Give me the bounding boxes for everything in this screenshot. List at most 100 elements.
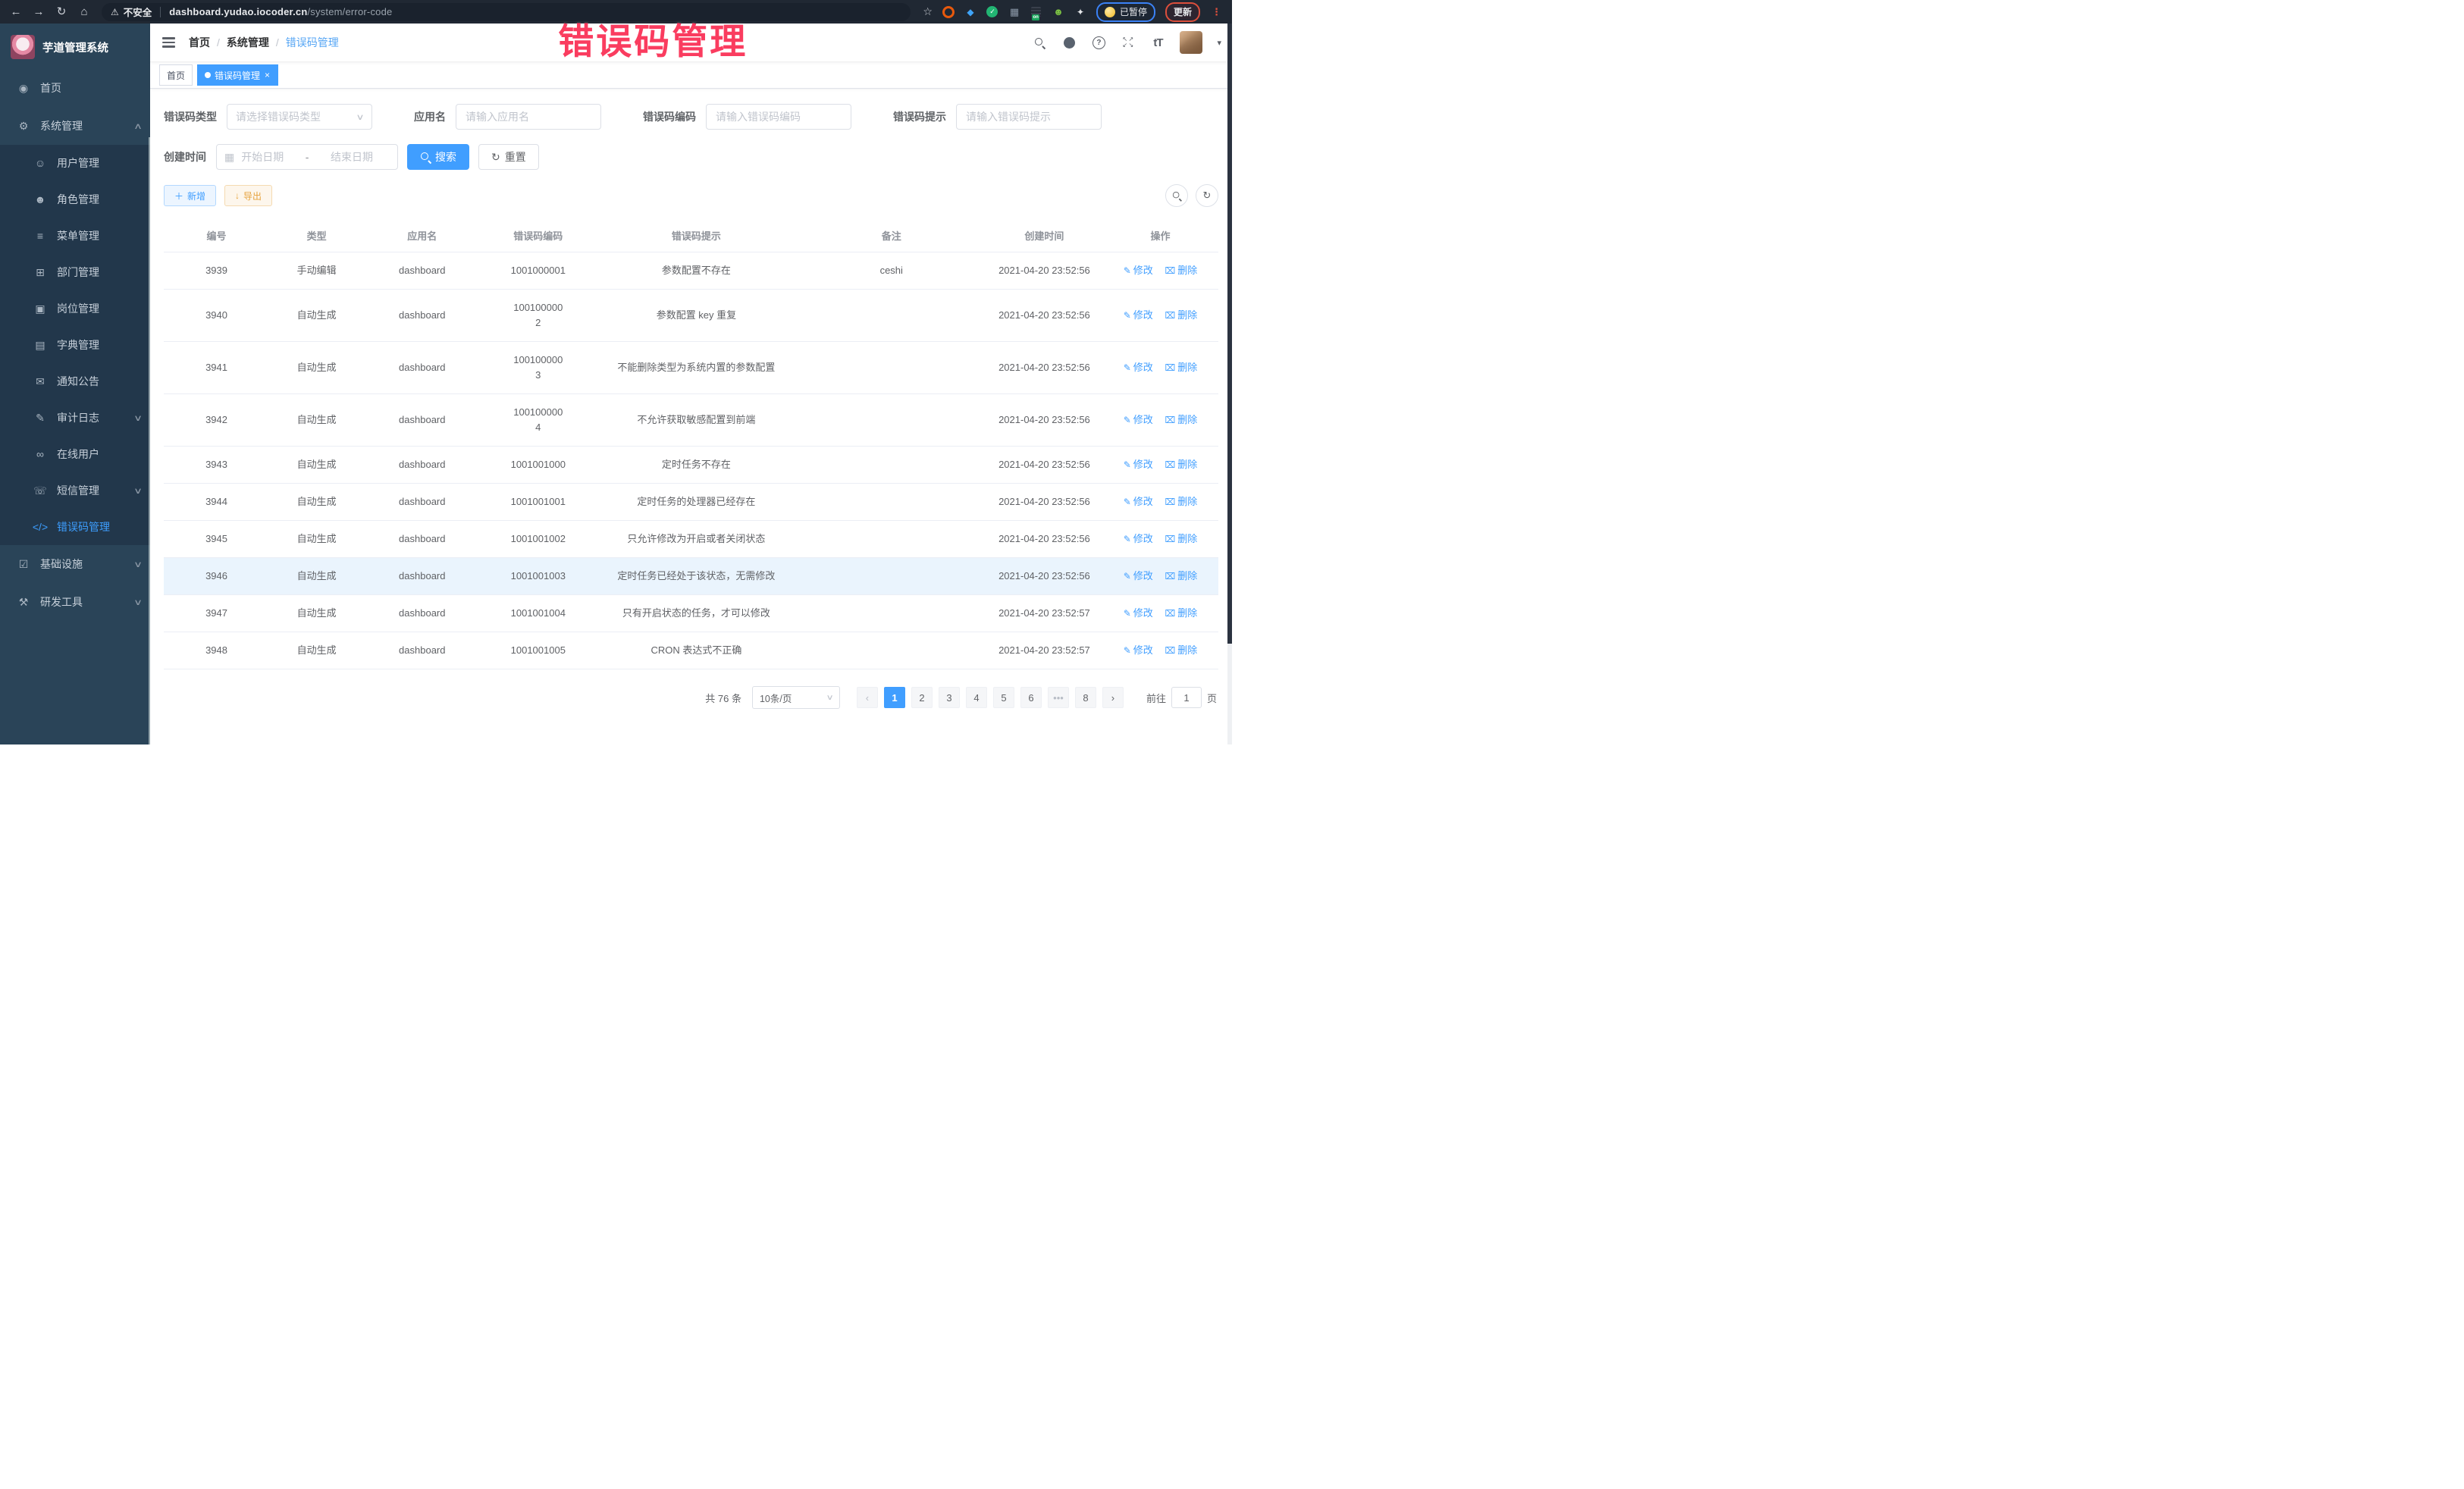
delete-link[interactable]: ⌧删除 bbox=[1165, 496, 1197, 507]
browser-update-button[interactable]: 更新 bbox=[1165, 2, 1200, 22]
reset-button[interactable]: ↻ 重置 bbox=[478, 144, 539, 170]
sidebar-item-sms[interactable]: ☏短信管理∨ bbox=[0, 472, 150, 509]
table-header-row: 编号类型应用名错误码编码错误码提示备注创建时间操作 bbox=[164, 219, 1218, 252]
page-size-select[interactable]: 10条/页 ∨ bbox=[752, 686, 840, 709]
docs-help-icon[interactable]: ? bbox=[1091, 35, 1106, 50]
sidebar-item-online-user[interactable]: ∞在线用户 bbox=[0, 436, 150, 472]
jump-page-input[interactable] bbox=[1171, 687, 1202, 708]
toggle-search-button[interactable] bbox=[1165, 184, 1188, 207]
edit-link[interactable]: ✎修改 bbox=[1124, 414, 1153, 425]
delete-link[interactable]: ⌧删除 bbox=[1165, 644, 1197, 656]
sidebar-item-home[interactable]: ◉首页 bbox=[0, 69, 150, 107]
extension-green-check-icon[interactable]: ✓ bbox=[986, 6, 998, 18]
paused-badge[interactable]: 已暂停 bbox=[1096, 2, 1155, 22]
browser-menu-dots-icon[interactable]: ⋮ bbox=[1212, 6, 1221, 18]
edit-link[interactable]: ✎修改 bbox=[1124, 362, 1153, 373]
sidebar-toggle-icon[interactable] bbox=[161, 34, 177, 50]
user-avatar[interactable] bbox=[1180, 31, 1202, 54]
sidebar-item-dept[interactable]: ⊞部门管理 bbox=[0, 254, 150, 290]
app-name-input[interactable] bbox=[456, 104, 601, 130]
date-range-picker[interactable]: ▦ 开始日期 - 结束日期 bbox=[216, 144, 398, 170]
delete-link[interactable]: ⌧删除 bbox=[1165, 533, 1197, 544]
delete-link[interactable]: ⌧删除 bbox=[1165, 414, 1197, 425]
breadcrumb-item[interactable]: 首页 bbox=[189, 35, 210, 50]
page-button-5[interactable]: 5 bbox=[993, 687, 1014, 708]
prev-page-button[interactable]: ‹ bbox=[857, 687, 878, 708]
delete-icon: ⌧ bbox=[1165, 362, 1175, 373]
cell-app: dashboard bbox=[364, 558, 480, 595]
extension-person-icon[interactable]: ☻ bbox=[1052, 6, 1064, 18]
sidebar-item-error-code[interactable]: </>错误码管理 bbox=[0, 509, 150, 545]
table-row: 3941 自动生成 dashboard 100100000 3 不能删除类型为系… bbox=[164, 342, 1218, 394]
edit-link[interactable]: ✎修改 bbox=[1124, 459, 1153, 470]
cell-type: 自动生成 bbox=[269, 290, 364, 342]
extension-tampermonkey-icon[interactable]: on bbox=[1030, 6, 1042, 18]
error-hint-input[interactable] bbox=[956, 104, 1102, 130]
bookmark-star-icon[interactable]: ☆ bbox=[923, 5, 933, 18]
sidebar-item-system[interactable]: ⚙系统管理∧ bbox=[0, 107, 150, 145]
edit-link[interactable]: ✎修改 bbox=[1124, 570, 1153, 581]
edit-link[interactable]: ✎修改 bbox=[1124, 644, 1153, 656]
sidebar-item-role[interactable]: ☻角色管理 bbox=[0, 181, 150, 218]
sidebar-item-notice[interactable]: ✉通知公告 bbox=[0, 363, 150, 400]
delete-link[interactable]: ⌧删除 bbox=[1165, 362, 1197, 373]
browser-home-icon[interactable]: ⌂ bbox=[74, 0, 94, 24]
page-button-4[interactable]: 4 bbox=[966, 687, 987, 708]
extensions-puzzle-icon[interactable]: ✦ bbox=[1074, 6, 1086, 18]
navbar-actions: ? ↖↗↙↘ tT ▾ bbox=[1032, 31, 1221, 54]
start-date-placeholder: 开始日期 bbox=[241, 149, 284, 165]
app-logo[interactable]: 芋道管理系统 bbox=[0, 24, 150, 69]
font-size-icon[interactable]: tT bbox=[1150, 35, 1165, 50]
scrollbar-thumb[interactable] bbox=[1227, 24, 1232, 644]
breadcrumb-item[interactable]: 系统管理 bbox=[227, 35, 269, 50]
sidebar-item-dict[interactable]: ▤字典管理 bbox=[0, 327, 150, 363]
page-button-8[interactable]: 8 bbox=[1075, 687, 1096, 708]
extension-gem-icon[interactable]: ◆ bbox=[964, 6, 977, 18]
search-button[interactable]: 搜索 bbox=[407, 144, 469, 170]
next-page-button[interactable]: › bbox=[1102, 687, 1124, 708]
error-code-input[interactable] bbox=[706, 104, 851, 130]
refresh-table-button[interactable]: ↻ bbox=[1196, 184, 1218, 207]
export-button[interactable]: ↓ 导出 bbox=[224, 185, 272, 206]
close-tab-icon[interactable]: × bbox=[264, 71, 271, 80]
github-icon[interactable] bbox=[1061, 35, 1077, 50]
sidebar-item-dev-tools[interactable]: ⚒研发工具∨ bbox=[0, 583, 150, 621]
page-button-1[interactable]: 1 bbox=[884, 687, 905, 708]
edit-link[interactable]: ✎修改 bbox=[1124, 533, 1153, 544]
add-button[interactable]: ＋ 新增 bbox=[164, 185, 216, 206]
edit-link[interactable]: ✎修改 bbox=[1124, 607, 1153, 619]
tab-首页[interactable]: 首页 bbox=[159, 64, 193, 86]
edit-link[interactable]: ✎修改 bbox=[1124, 309, 1153, 321]
edit-link[interactable]: ✎修改 bbox=[1124, 265, 1153, 276]
page-ellipsis[interactable]: ••• bbox=[1048, 687, 1069, 708]
page-button-2[interactable]: 2 bbox=[911, 687, 933, 708]
sidebar-item-menu[interactable]: ≡菜单管理 bbox=[0, 218, 150, 254]
sidebar-item-audit-log[interactable]: ✎审计日志∨ bbox=[0, 400, 150, 436]
page-button-6[interactable]: 6 bbox=[1020, 687, 1042, 708]
delete-link[interactable]: ⌧删除 bbox=[1165, 570, 1197, 581]
avatar-caret-down-icon[interactable]: ▾ bbox=[1217, 38, 1221, 48]
error-type-select[interactable]: 请选择错误码类型 ∨ bbox=[227, 104, 372, 130]
sidebar-item-post[interactable]: ▣岗位管理 bbox=[0, 290, 150, 327]
extension-grid-icon[interactable]: ▦ bbox=[1008, 6, 1020, 18]
browser-reload-icon[interactable]: ↻ bbox=[52, 0, 71, 24]
sidebar-item-infrastructure[interactable]: ☑基础设施∨ bbox=[0, 545, 150, 583]
delete-link[interactable]: ⌧删除 bbox=[1165, 309, 1197, 321]
browser-back-icon[interactable]: ← bbox=[6, 0, 26, 24]
edit-icon: ✎ bbox=[1124, 459, 1131, 470]
sidebar-item-user[interactable]: ☺用户管理 bbox=[0, 145, 150, 181]
edit-link[interactable]: ✎修改 bbox=[1124, 496, 1153, 507]
cell-type: 自动生成 bbox=[269, 632, 364, 669]
page-button-3[interactable]: 3 bbox=[939, 687, 960, 708]
tab-错误码管理[interactable]: 错误码管理× bbox=[197, 64, 278, 86]
delete-link[interactable]: ⌧删除 bbox=[1165, 265, 1197, 276]
header-search-icon[interactable] bbox=[1032, 35, 1047, 50]
extension-orange-icon[interactable] bbox=[942, 6, 955, 18]
browser-forward-icon[interactable]: → bbox=[29, 0, 49, 24]
cell-id: 3941 bbox=[164, 342, 269, 394]
page-scrollbar[interactable] bbox=[1227, 24, 1232, 744]
delete-link[interactable]: ⌧删除 bbox=[1165, 459, 1197, 470]
browser-address-bar[interactable]: ⚠ 不安全 dashboard.yudao.iocoder.cn/system/… bbox=[102, 3, 911, 21]
fullscreen-icon[interactable]: ↖↗↙↘ bbox=[1121, 35, 1136, 50]
delete-link[interactable]: ⌧删除 bbox=[1165, 607, 1197, 619]
